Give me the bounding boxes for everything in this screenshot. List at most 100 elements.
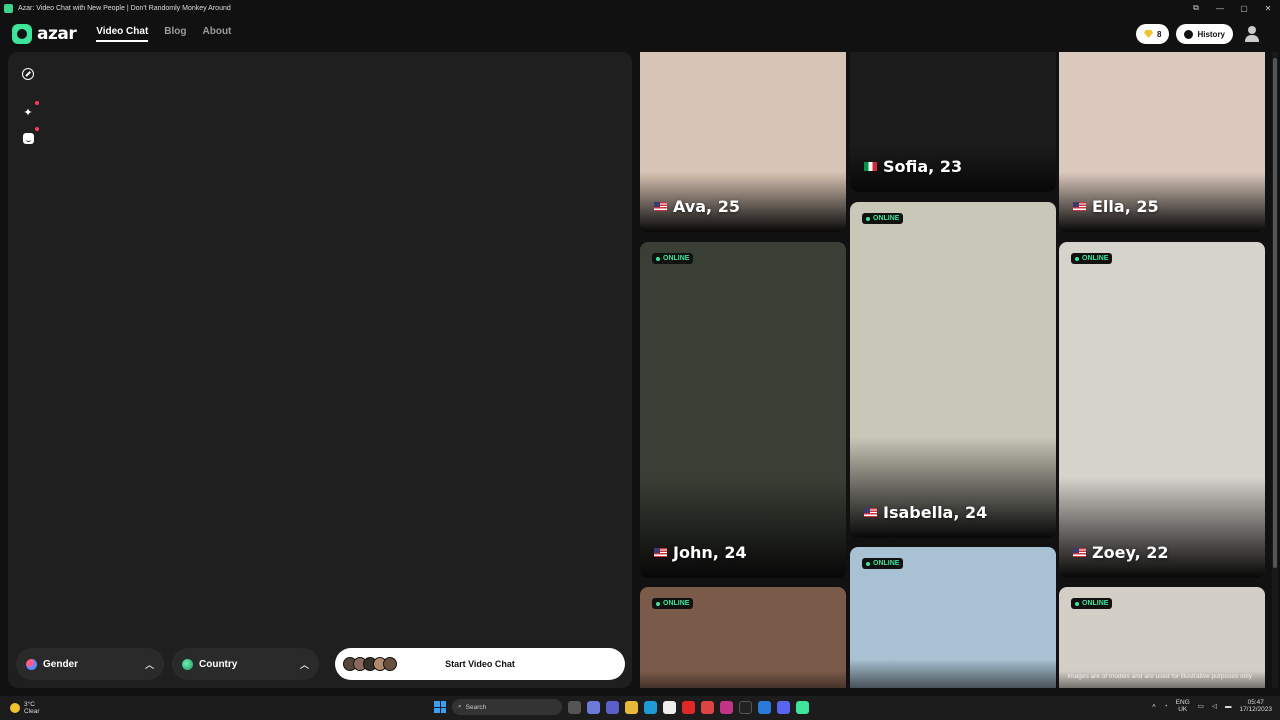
language-code: ENG — [1175, 699, 1190, 706]
gender-icon — [26, 658, 37, 670]
online-badge: ONLINE — [862, 558, 904, 569]
store-icon[interactable] — [663, 700, 676, 714]
gem-icon — [1143, 30, 1153, 38]
profile-name: Isabella, 24 — [864, 503, 987, 522]
taskbar-apps: ⌕ Search — [434, 699, 809, 715]
start-video-chat-button[interactable]: Start Video Chat — [335, 648, 625, 680]
us-flag-icon — [654, 202, 667, 211]
chevron-up-icon[interactable]: ˄ — [1152, 703, 1156, 710]
profile-name: Ella, 25 — [1073, 197, 1159, 216]
taskbar-search[interactable]: ⌕ Search — [452, 699, 562, 715]
profile-card[interactable]: Sofia, 23 — [850, 52, 1056, 192]
discord-icon[interactable] — [777, 700, 790, 714]
profile-card[interactable]: Ella, 25 — [1059, 52, 1265, 232]
profile-name: John, 24 — [654, 543, 747, 562]
profile-card[interactable]: ONLINE Isabella, 24 — [850, 202, 1056, 538]
online-badge: ONLINE — [652, 253, 694, 264]
profile-card[interactable]: ONLINE John, 24 — [640, 242, 846, 578]
us-flag-icon — [1073, 202, 1086, 211]
us-flag-icon — [864, 508, 877, 517]
chevron-up-icon: ︿ — [144, 659, 154, 670]
gender-label: Gender — [43, 658, 79, 670]
clock-time: 05:47 — [1247, 699, 1264, 706]
fullscreen-button[interactable] — [20, 66, 36, 82]
online-badge: ONLINE — [652, 598, 694, 609]
gender-filter[interactable]: Gender ︿ — [16, 648, 164, 680]
history-button[interactable]: History — [1176, 24, 1233, 44]
volume-icon[interactable]: ◁ — [1212, 702, 1217, 710]
gems-count: 8 — [1156, 29, 1162, 39]
online-badge: ONLINE — [1071, 598, 1113, 609]
system-tray: ˄ ◔ ENG UK ▭ ◁ ▬ 05:47 17/12/2023 — [1152, 699, 1272, 713]
nav-blog[interactable]: Blog — [164, 26, 186, 42]
weather-widget[interactable]: 3°C Clear — [10, 701, 40, 715]
youtube-icon[interactable] — [682, 700, 695, 714]
window-titlebar: Azar: Video Chat with New People | Don't… — [0, 0, 1280, 16]
network-icon[interactable]: ▭ — [1198, 702, 1204, 710]
face-filter-icon — [22, 132, 34, 144]
main-nav: Video Chat Blog About — [96, 26, 231, 42]
chrome-icon[interactable] — [701, 700, 714, 714]
search-placeholder: Search — [465, 703, 487, 711]
profile-card[interactable]: Ava, 25 — [640, 52, 846, 232]
stickers-button[interactable] — [20, 127, 39, 146]
profile-card[interactable]: ONLINE — [850, 547, 1056, 688]
gems-button[interactable]: 8 — [1135, 24, 1170, 44]
app-header: azar Video Chat Blog About 8 History — [0, 16, 1280, 52]
nav-video-chat[interactable]: Video Chat — [96, 26, 149, 42]
clock[interactable]: 05:47 17/12/2023 — [1239, 699, 1272, 713]
teams-icon[interactable] — [606, 700, 619, 714]
azar-logo[interactable]: azar — [12, 24, 77, 44]
wifi-icon[interactable]: ◔ — [1164, 703, 1168, 710]
disclaimer-text: Images are of models and are used for il… — [1067, 673, 1252, 680]
notification-dot — [35, 101, 39, 105]
user-avatars-stack — [343, 657, 397, 671]
windows-start-icon[interactable] — [434, 701, 446, 713]
task-view-icon[interactable] — [568, 700, 581, 714]
country-filter[interactable]: Country ︿ — [172, 648, 319, 680]
maximize-button[interactable]: ▢ — [1232, 4, 1256, 13]
tiktok-icon[interactable] — [739, 700, 752, 714]
country-label: Country — [199, 658, 238, 670]
azar-app-icon[interactable] — [796, 700, 809, 714]
instagram-icon[interactable] — [720, 700, 733, 714]
logo-text: azar — [37, 24, 77, 44]
online-badge: ONLINE — [1071, 253, 1113, 264]
todo-icon[interactable] — [758, 700, 771, 714]
header-actions: 8 History — [1135, 24, 1260, 44]
search-icon: ⌕ — [458, 703, 462, 710]
close-button[interactable]: ✕ — [1256, 4, 1280, 13]
history-label: History — [1197, 29, 1225, 39]
profile-avatar-icon[interactable] — [1244, 26, 1260, 42]
sparkle-icon: ✦ — [23, 106, 33, 119]
expand-icon — [22, 68, 34, 80]
language-indicator[interactable]: ENG UK — [1176, 699, 1190, 713]
effects-button[interactable]: ✦ — [20, 101, 39, 120]
video-panel: ✦ — [8, 52, 632, 688]
clock-date: 17/12/2023 — [1239, 706, 1272, 714]
nav-about[interactable]: About — [203, 26, 232, 42]
profile-card[interactable]: ONLINE — [640, 587, 846, 688]
edge-icon[interactable] — [644, 700, 657, 714]
chevron-up-icon: ︿ — [299, 659, 309, 670]
file-explorer-icon[interactable] — [625, 700, 638, 714]
italy-flag-icon — [864, 162, 877, 171]
extensions-icon[interactable]: ⧉ — [1184, 3, 1208, 13]
weather-desc: Clear — [24, 708, 40, 715]
us-flag-icon — [1073, 548, 1086, 557]
language-region: UK — [1178, 706, 1188, 714]
page-scrollbar[interactable] — [1272, 52, 1278, 688]
scrollbar-thumb[interactable] — [1273, 58, 1277, 568]
profile-grid: Ava, 25 Sofia, 23 Ella, 25 ONLINE John, … — [640, 52, 1266, 688]
profile-card[interactable]: ONLINE Zoey, 22 — [1059, 242, 1265, 578]
globe-icon — [182, 658, 193, 670]
battery-icon[interactable]: ▬ — [1225, 703, 1232, 710]
profile-name: Sofia, 23 — [864, 157, 962, 176]
clock-icon — [1184, 29, 1194, 39]
azar-logo-icon — [12, 24, 32, 44]
us-flag-icon — [654, 548, 667, 557]
copilot-icon[interactable] — [587, 700, 600, 714]
minimize-button[interactable]: — — [1208, 4, 1232, 13]
moon-icon — [10, 703, 20, 713]
window-title: Azar: Video Chat with New People | Don't… — [18, 4, 231, 12]
